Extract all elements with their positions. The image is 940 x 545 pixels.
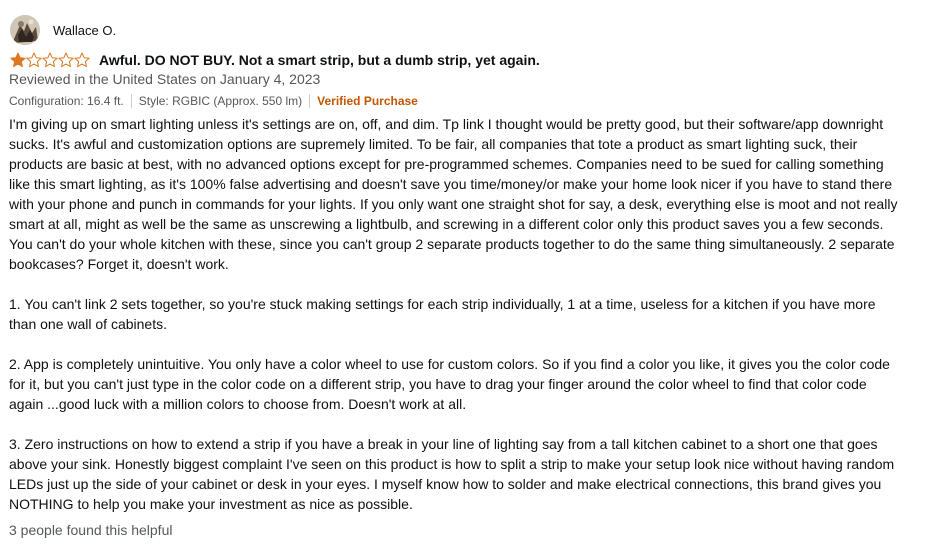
style-label[interactable]: Style: RGBIC (Approx. 550 lm) [139,94,302,108]
star-empty-icon [74,52,90,68]
review-paragraph: 2. App is completely unintuitive. You on… [9,356,890,412]
review-paragraph: 1. You can't link 2 sets together, so yo… [9,296,876,332]
star-empty-icon [42,52,58,68]
review-paragraph: I'm giving up on smart lighting unless i… [9,116,898,272]
reviewer-name[interactable]: Wallace O. [53,23,116,38]
review-paragraph: 3. Zero instructions on how to extend a … [9,436,895,512]
helpful-count: 3 people found this helpful [9,522,173,538]
configuration-label[interactable]: Configuration: 16.4 ft. [9,94,124,108]
star-rating[interactable] [10,52,90,68]
review-body: I'm giving up on smart lighting unless i… [9,114,904,534]
star-empty-icon [58,52,74,68]
star-empty-icon [26,52,42,68]
verified-purchase-badge[interactable]: Verified Purchase [317,94,418,108]
review-date: Reviewed in the United States on January… [9,71,321,87]
review-title[interactable]: Awful. DO NOT BUY. Not a smart strip, bu… [99,52,540,68]
divider [130,94,132,108]
star-filled-icon [10,52,26,68]
avatar[interactable] [10,15,40,45]
divider [309,94,311,108]
review-format-strip[interactable]: Configuration: 16.4 ft. Style: RGBIC (Ap… [9,94,418,108]
reviewer-profile[interactable]: Wallace O. [10,15,116,45]
review-card: Wallace O. Awful. DO NOT BUY. Not a smar… [0,0,940,545]
review-title-row: Awful. DO NOT BUY. Not a smart strip, bu… [10,50,540,70]
